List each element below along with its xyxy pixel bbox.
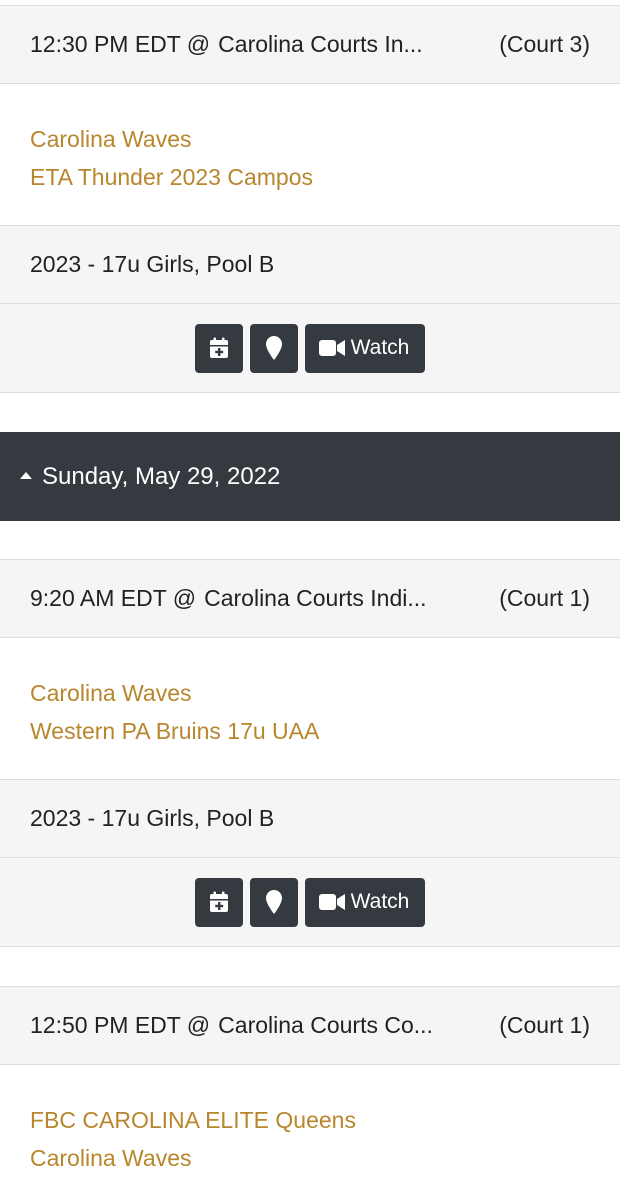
game-court: (Court 1) [499,585,590,611]
game-pool[interactable]: 2023 - 17u Girls, Pool B [0,780,620,858]
calendar-plus-icon [209,337,228,358]
game-header: 12:30 PM EDT @ Carolina Courts In... (Co… [0,6,620,84]
caret-up-icon [20,472,32,479]
game-teams: Carolina Waves Western PA Bruins 17u UAA [0,638,620,780]
game-court: (Court 1) [499,1012,590,1038]
game-actions: Watch [0,858,620,947]
team-link[interactable]: ETA Thunder 2023 Campos [30,158,590,196]
game-header: 9:20 AM EDT @ Carolina Courts Indi... (C… [0,560,620,638]
game-card: 12:30 PM EDT @ Carolina Courts In... (Co… [0,5,620,393]
game-venue[interactable]: Carolina Courts Indi... [204,585,483,612]
team-link[interactable]: FBC CAROLINA ELITE Queens [30,1101,590,1139]
add-to-calendar-button[interactable] [194,877,243,927]
day-header-toggle[interactable]: Sunday, May 29, 2022 [0,432,620,521]
game-card: 9:20 AM EDT @ Carolina Courts Indi... (C… [0,559,620,947]
game-header: 12:50 PM EDT @ Carolina Courts Co... (Co… [0,987,620,1065]
team-link[interactable]: Carolina Waves [30,674,590,712]
game-time: 12:50 PM EDT @ [30,1012,211,1038]
map-marker-icon [265,336,282,360]
day-header-label: Sunday, May 29, 2022 [42,462,281,490]
game-venue[interactable]: Carolina Courts Co... [218,1012,483,1039]
calendar-plus-icon [209,891,228,912]
video-camera-icon [318,894,345,910]
game-pool[interactable]: 2023 - 17u Girls, Pool B [0,226,620,304]
watch-button[interactable]: Watch [304,877,426,927]
game-card: 12:50 PM EDT @ Carolina Courts Co... (Co… [0,986,620,1200]
team-link[interactable]: Western PA Bruins 17u UAA [30,712,590,750]
team-link[interactable]: Carolina Waves [30,1139,590,1177]
watch-label: Watch [350,890,410,913]
game-time: 12:30 PM EDT @ [30,31,211,57]
game-time: 9:20 AM EDT @ [30,585,197,611]
add-to-calendar-button[interactable] [194,323,243,373]
game-venue[interactable]: Carolina Courts In... [218,31,483,58]
game-teams: Carolina Waves ETA Thunder 2023 Campos [0,84,620,226]
video-camera-icon [318,340,345,356]
location-button[interactable] [249,323,298,373]
game-court: (Court 3) [499,31,590,57]
watch-button[interactable]: Watch [304,323,426,373]
game-teams: FBC CAROLINA ELITE Queens Carolina Waves [0,1065,620,1200]
team-link[interactable]: Carolina Waves [30,120,590,158]
map-marker-icon [265,890,282,914]
location-button[interactable] [249,877,298,927]
watch-label: Watch [350,336,410,359]
game-actions: Watch [0,304,620,393]
